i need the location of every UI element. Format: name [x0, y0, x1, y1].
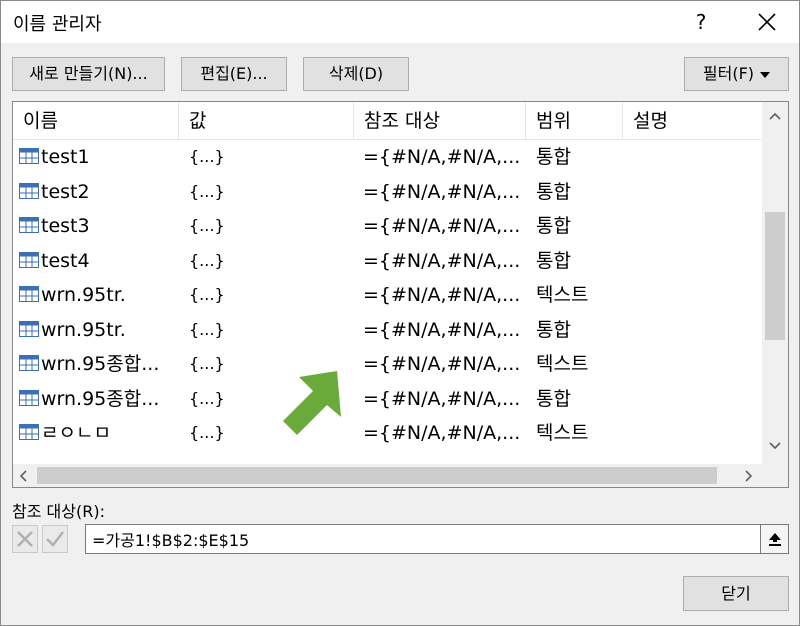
cancel-x-icon	[17, 531, 33, 547]
table-icon	[19, 355, 39, 371]
confirm-edit-button[interactable]	[42, 525, 68, 553]
filter-button[interactable]: 필터(F)	[684, 57, 789, 91]
close-button[interactable]: 닫기	[683, 576, 789, 611]
row-scope: 통합	[536, 146, 571, 168]
help-button[interactable]: ?	[681, 5, 721, 39]
row-refers-to: ={#N/A,#N/A,...	[363, 180, 521, 203]
row-comment	[633, 209, 753, 243]
table-icon	[19, 320, 39, 337]
row-scope: 통합	[536, 387, 571, 410]
row-value: {...}	[189, 147, 225, 166]
row-value: {...}	[189, 250, 225, 270]
delete-button[interactable]: 삭제(D)	[303, 57, 409, 91]
table-icon	[19, 148, 39, 164]
row-scope: 통합	[536, 215, 571, 237]
row-refers-to: ={#N/A,#N/A,...	[363, 284, 521, 306]
title-bar: 이름 관리자 ?	[1, 1, 799, 43]
row-name: test2	[41, 180, 90, 203]
close-icon	[758, 13, 776, 31]
row-value: {...}	[189, 285, 225, 304]
column-header-comment[interactable]: 설명	[623, 102, 761, 140]
row-comment	[633, 382, 753, 416]
table-icon	[19, 424, 39, 440]
row-value: {...}	[189, 319, 225, 339]
row-name: wrn.95tr.	[41, 318, 126, 341]
horizontal-scroll-thumb[interactable]	[37, 467, 717, 484]
edit-button[interactable]: 편집(E)...	[181, 57, 287, 91]
row-scope: 텍스트	[536, 422, 589, 444]
row-comment	[633, 140, 753, 174]
row-refers-to: ={#N/A,#N/A,...	[363, 387, 521, 410]
list-header: 이름 값 참조 대상 범위 설명	[13, 102, 761, 140]
row-refers-to: ={#N/A,#N/A,...	[363, 318, 521, 341]
column-header-scope[interactable]: 범위	[526, 102, 623, 140]
table-row[interactable]: test2 {...} ={#N/A,#N/A,... 통합	[13, 175, 761, 210]
row-comment	[633, 313, 753, 347]
row-scope: 통합	[536, 249, 571, 272]
window-title: 이름 관리자	[13, 14, 102, 35]
row-scope: 통합	[536, 318, 571, 341]
row-comment	[633, 416, 753, 450]
table-icon	[19, 251, 39, 268]
names-list[interactable]: 이름 값 참조 대상 범위 설명 test1 {...} ={#N/A,#N/A…	[12, 101, 789, 488]
row-comment	[633, 278, 753, 312]
row-refers-to: ={#N/A,#N/A,...	[363, 353, 521, 375]
filter-label: 필터(F)	[702, 64, 755, 83]
row-name: test3	[41, 215, 90, 237]
cancel-edit-button[interactable]	[12, 525, 38, 553]
scroll-corner	[762, 464, 788, 487]
scroll-right-arrow-icon[interactable]	[745, 470, 753, 482]
table-icon	[19, 389, 39, 406]
row-value: {...}	[189, 181, 225, 201]
row-name: wrn.95tr.	[41, 284, 126, 306]
table-icon	[19, 217, 39, 233]
row-comment	[633, 244, 753, 278]
table-icon	[19, 286, 39, 302]
dropdown-triangle-icon	[760, 71, 771, 78]
scroll-up-arrow-icon[interactable]	[769, 112, 781, 120]
row-name: test1	[41, 146, 90, 168]
collapse-dialog-button[interactable]	[760, 524, 789, 554]
row-refers-to: ={#N/A,#N/A,...	[363, 146, 521, 168]
name-manager-dialog: 이름 관리자 ? 새로 만들기(N)... 편집(E)... 삭제(D) 필터(…	[0, 0, 800, 626]
table-row[interactable]: wrn.95종합... {...} ={#N/A,#N/A,... 텍스트	[13, 347, 761, 382]
table-row[interactable]: test3 {...} ={#N/A,#N/A,... 통합	[13, 209, 761, 244]
row-name: wrn.95종합...	[41, 353, 160, 375]
refers-to-input[interactable]	[85, 524, 761, 554]
new-button[interactable]: 새로 만들기(N)...	[12, 57, 165, 91]
row-comment	[633, 347, 753, 381]
row-scope: 통합	[536, 180, 571, 203]
row-refers-to: ={#N/A,#N/A,...	[363, 249, 521, 272]
close-window-button[interactable]	[745, 5, 789, 39]
table-icon	[19, 182, 39, 199]
table-row[interactable]: wrn.95종합... {...} ={#N/A,#N/A,... 통합	[13, 382, 761, 417]
vertical-scrollbar[interactable]	[762, 102, 788, 464]
annotation-arrow-icon	[283, 371, 341, 435]
row-name: wrn.95종합...	[41, 387, 160, 410]
row-name: test4	[41, 249, 90, 272]
row-scope: 텍스트	[536, 284, 589, 306]
column-header-name[interactable]: 이름	[13, 102, 179, 140]
row-name: ㄹㅇㄴㅁ	[41, 422, 111, 444]
table-row[interactable]: wrn.95tr. {...} ={#N/A,#N/A,... 텍스트	[13, 278, 761, 313]
row-refers-to: ={#N/A,#N/A,...	[363, 215, 521, 237]
refers-to-label: 참조 대상(R):	[12, 502, 105, 521]
row-value: {...}	[189, 216, 225, 235]
table-row[interactable]: test1 {...} ={#N/A,#N/A,... 통합	[13, 140, 761, 175]
row-scope: 텍스트	[536, 353, 589, 375]
scroll-left-arrow-icon[interactable]	[19, 470, 27, 482]
column-header-refers-to[interactable]: 참조 대상	[354, 102, 526, 140]
table-row[interactable]: ㄹㅇㄴㅁ {...} ={#N/A,#N/A,... 텍스트	[13, 416, 761, 451]
row-refers-to: ={#N/A,#N/A,...	[363, 422, 521, 444]
row-comment	[633, 175, 753, 209]
collapse-dialog-icon	[769, 533, 781, 546]
column-header-value[interactable]: 값	[179, 102, 354, 140]
table-row[interactable]: wrn.95tr. {...} ={#N/A,#N/A,... 통합	[13, 313, 761, 348]
enter-check-icon	[46, 531, 64, 547]
scroll-down-arrow-icon[interactable]	[769, 442, 781, 450]
table-row[interactable]: test4 {...} ={#N/A,#N/A,... 통합	[13, 244, 761, 279]
vertical-scroll-thumb[interactable]	[765, 212, 785, 340]
horizontal-scrollbar[interactable]	[13, 464, 762, 487]
